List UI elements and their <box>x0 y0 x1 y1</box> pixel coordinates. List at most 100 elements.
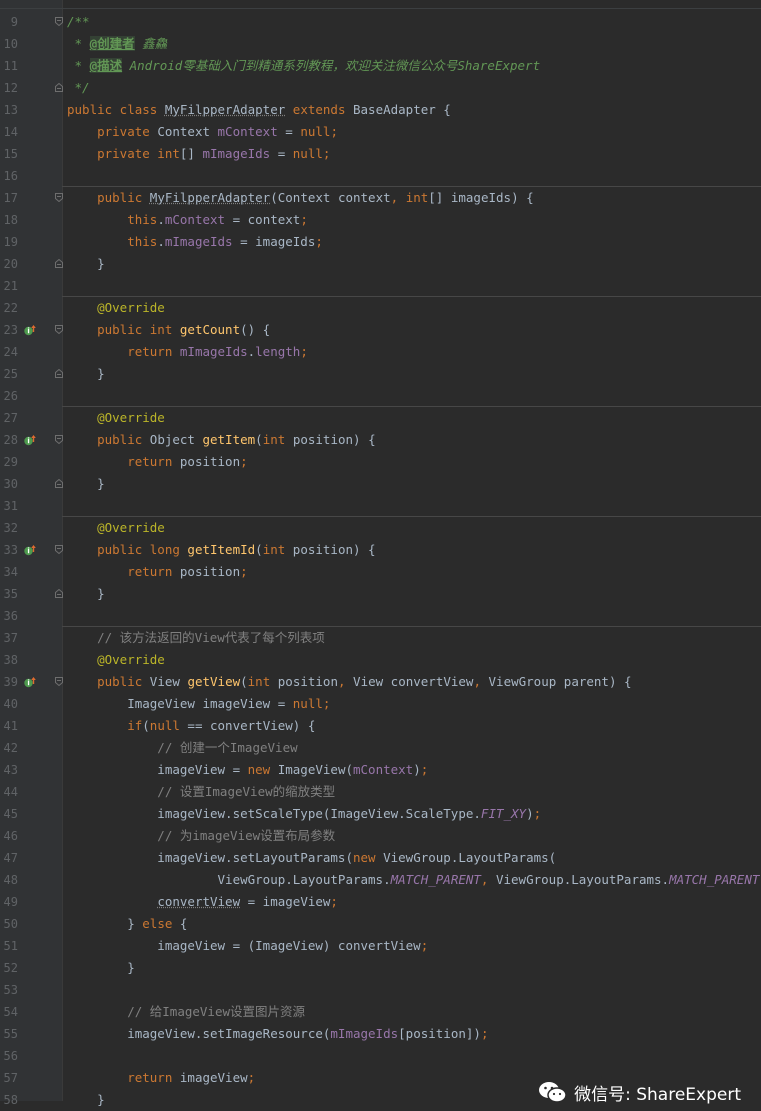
code-token: ; <box>420 938 429 953</box>
code-line[interactable]: 29 return position; <box>0 451 761 473</box>
code-line[interactable]: 13 public class MyFilpperAdapter extends … <box>0 99 761 121</box>
code-line[interactable]: 46 // 为imageView设置布局参数 <box>0 825 761 847</box>
code-line[interactable]: 41 if(null == convertView) { <box>0 715 761 737</box>
code-line[interactable]: 30 } <box>0 473 761 495</box>
code-line[interactable]: 48 ViewGroup.LayoutParams.MATCH_PARENT, … <box>0 869 761 891</box>
fold-start-icon[interactable] <box>55 325 63 334</box>
code-line[interactable]: 39 public View getView(int position, Vie… <box>0 671 761 693</box>
line-number: 26 <box>3 389 18 403</box>
code-line[interactable]: 49 convertView = imageView; <box>0 891 761 913</box>
code-text: public MyFilpperAdapter(Context context,… <box>67 187 534 209</box>
line-number: 37 <box>3 631 18 645</box>
code-line[interactable]: 42 // 创建一个ImageView <box>0 737 761 759</box>
override-marker-icon[interactable] <box>24 324 36 336</box>
fold-start-icon[interactable] <box>55 435 63 444</box>
code-line[interactable]: 26 <box>0 385 761 407</box>
line-number: 19 <box>3 235 18 249</box>
fold-start-icon[interactable] <box>55 193 63 202</box>
code-token: ( <box>142 718 150 733</box>
code-line[interactable]: 25 } <box>0 363 761 385</box>
override-marker-icon[interactable] <box>24 434 36 446</box>
code-token: ( <box>255 432 263 447</box>
code-line[interactable]: 11 * @描述 Android零基础入门到精通系列教程，欢迎关注微信公众号Sh… <box>0 55 761 77</box>
code-line[interactable]: 20 } <box>0 253 761 275</box>
code-line[interactable]: 15 private int[] mImageIds = null; <box>0 143 761 165</box>
code-line[interactable]: 33 public long getItemId(int position) { <box>0 539 761 561</box>
code-line[interactable]: 45 imageView.setScaleType(ImageView.Scal… <box>0 803 761 825</box>
code-text: } <box>67 957 135 979</box>
line-number: 17 <box>3 191 18 205</box>
code-token: } <box>67 476 105 491</box>
code-line[interactable]: 35 } <box>0 583 761 605</box>
code-line[interactable]: 12 */ <box>0 77 761 99</box>
code-line[interactable]: 32 @Override <box>0 517 761 539</box>
code-text: } else { <box>67 913 187 935</box>
code-token: . <box>157 234 165 249</box>
code-token: ViewGroup.LayoutParams. <box>495 872 670 887</box>
code-line[interactable]: 9 /** <box>0 11 761 33</box>
code-line[interactable]: 52 } <box>0 957 761 979</box>
code-line[interactable]: 36 <box>0 605 761 627</box>
fold-start-icon[interactable] <box>55 677 63 686</box>
code-token: } <box>67 1092 105 1107</box>
line-number: 23 <box>3 323 18 337</box>
fold-end-icon[interactable] <box>55 589 63 598</box>
code-line[interactable]: 22 @Override <box>0 297 761 319</box>
code-line[interactable]: 51 imageView = (ImageView) convertView; <box>0 935 761 957</box>
line-number: 21 <box>3 279 18 293</box>
code-line[interactable]: 56 <box>0 1045 761 1067</box>
code-token: position) { <box>292 542 376 557</box>
code-line[interactable]: 31 <box>0 495 761 517</box>
code-token: convertView <box>157 894 241 909</box>
fold-end-icon[interactable] <box>55 83 63 92</box>
code-line[interactable]: 34 return position; <box>0 561 761 583</box>
code-line[interactable]: 50 } else { <box>0 913 761 935</box>
code-line[interactable]: 38 @Override <box>0 649 761 671</box>
code-text: public class MyFilpperAdapter extends Ba… <box>67 99 451 121</box>
override-marker-icon[interactable] <box>24 544 36 556</box>
code-token: mContext <box>353 762 414 777</box>
fold-end-icon[interactable] <box>55 479 63 488</box>
code-token: MyFilpperAdapter <box>149 190 271 205</box>
code-line[interactable]: 53 <box>0 979 761 1001</box>
code-token: mImageIds <box>179 344 248 359</box>
code-line[interactable]: 37 // 该方法返回的View代表了每个列表项 <box>0 627 761 649</box>
override-marker-icon[interactable] <box>24 676 36 688</box>
code-line[interactable]: 54 // 给ImageView设置图片资源 <box>0 1001 761 1023</box>
code-line[interactable]: 16 <box>0 165 761 187</box>
code-line[interactable]: 24 return mImageIds.length; <box>0 341 761 363</box>
code-token: = <box>270 146 293 161</box>
code-token: View convertView <box>353 674 474 689</box>
code-text: this.mContext = context; <box>67 209 308 231</box>
code-line[interactable]: 21 <box>0 275 761 297</box>
code-line[interactable]: 19 this.mImageIds = imageIds; <box>0 231 761 253</box>
line-number: 48 <box>3 873 18 887</box>
code-line[interactable]: 28 public Object getItem(int position) { <box>0 429 761 451</box>
code-text: ImageView imageView = null; <box>67 693 330 715</box>
code-token: null <box>149 718 180 733</box>
code-text: @Override <box>67 407 165 429</box>
fold-end-icon[interactable] <box>55 369 63 378</box>
line-number: 41 <box>3 719 18 733</box>
code-line[interactable]: 27 @Override <box>0 407 761 429</box>
fold-start-icon[interactable] <box>55 17 63 26</box>
code-text: imageView = new ImageView(mContext); <box>67 759 428 781</box>
code-line[interactable]: 18 this.mContext = context; <box>0 209 761 231</box>
fold-start-icon[interactable] <box>55 545 63 554</box>
code-line[interactable]: 10 * @创建者 鑫鱻 <box>0 33 761 55</box>
code-line[interactable]: 17 public MyFilpperAdapter(Context conte… <box>0 187 761 209</box>
code-line[interactable]: 40 ImageView imageView = null; <box>0 693 761 715</box>
code-token: ; <box>322 696 331 711</box>
code-line[interactable]: 47 imageView.setLayoutParams(new ViewGro… <box>0 847 761 869</box>
fold-end-icon[interactable] <box>55 259 63 268</box>
code-editor[interactable]: 9/** 10 * @创建者 鑫鱻 11 * @描述 Android零基础入门到精通… <box>0 0 761 1107</box>
code-token: ) <box>413 762 421 777</box>
code-line[interactable]: 43 imageView = new ImageView(mContext); <box>0 759 761 781</box>
code-line[interactable]: 23 public int getCount() { <box>0 319 761 341</box>
line-number: 31 <box>3 499 18 513</box>
code-token: [position]) <box>398 1026 481 1041</box>
code-line[interactable]: 44 // 设置ImageView的缩放类型 <box>0 781 761 803</box>
code-line[interactable]: 14 private Context mContext = null; <box>0 121 761 143</box>
code-line[interactable]: 55 imageView.setImageResource(mImageIds[… <box>0 1023 761 1045</box>
